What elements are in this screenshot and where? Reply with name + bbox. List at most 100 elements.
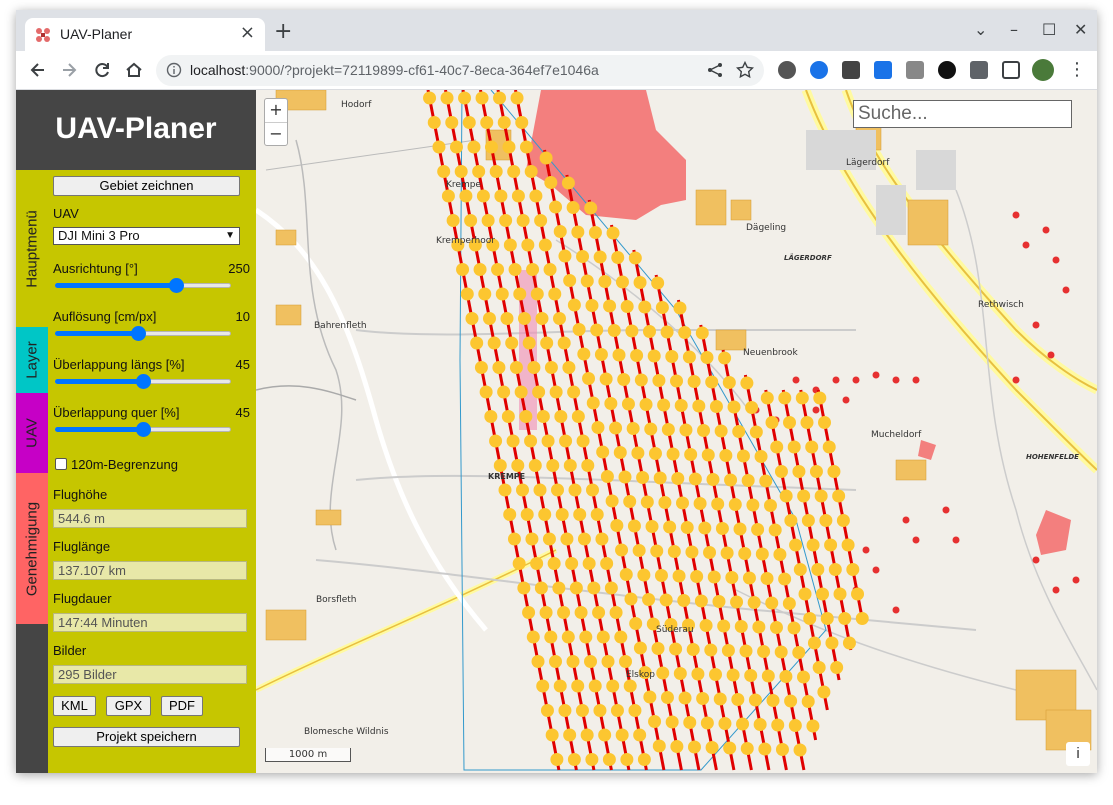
waypoint bbox=[760, 391, 774, 405]
obstacle-marker bbox=[942, 506, 950, 514]
waypoint bbox=[459, 189, 473, 203]
waypoint bbox=[682, 350, 696, 364]
waypoint bbox=[677, 594, 691, 607]
waypoint bbox=[687, 375, 701, 388]
waypoint bbox=[596, 445, 610, 459]
waypoint bbox=[778, 572, 792, 586]
waypoint bbox=[796, 670, 810, 684]
browser-menu-icon[interactable]: ⋮ bbox=[1068, 59, 1086, 80]
new-tab-icon[interactable]: + bbox=[274, 21, 292, 43]
waypoint bbox=[594, 348, 608, 361]
waypoint bbox=[555, 508, 569, 521]
minimize-icon[interactable]: – bbox=[1010, 20, 1018, 39]
resolution-slider[interactable] bbox=[55, 325, 231, 341]
waypoint bbox=[730, 595, 744, 609]
waypoint bbox=[784, 694, 798, 708]
waypoint bbox=[807, 636, 821, 650]
extension-c-icon[interactable] bbox=[810, 61, 828, 79]
uav-select[interactable]: DJI Mini 3 Pro ▼ bbox=[53, 227, 240, 245]
app-title: UAV-Planer bbox=[55, 112, 217, 145]
address-bar[interactable]: localhost:9000/?projekt=72119899-cf61-40… bbox=[156, 55, 764, 86]
waypoint bbox=[540, 704, 554, 717]
search-input[interactable]: Suche... bbox=[853, 100, 1072, 128]
bookmark-star-icon[interactable] bbox=[736, 61, 754, 79]
waypoint bbox=[784, 514, 798, 527]
obstacle-marker bbox=[872, 371, 880, 379]
waypoint bbox=[507, 532, 521, 546]
waypoint bbox=[536, 410, 550, 423]
waypoint bbox=[655, 301, 669, 314]
waypoint bbox=[648, 715, 662, 728]
waypoint bbox=[522, 336, 536, 350]
share-icon[interactable] bbox=[706, 61, 724, 79]
site-info-icon[interactable] bbox=[166, 62, 182, 78]
waypoint bbox=[566, 201, 580, 214]
forward-icon[interactable] bbox=[59, 60, 79, 80]
limit-120m-checkbox[interactable] bbox=[55, 458, 67, 470]
tab-genehmigung[interactable]: Genehmigung bbox=[16, 473, 48, 624]
waypoint bbox=[538, 238, 552, 252]
maximize-icon[interactable]: ☐ bbox=[1042, 20, 1056, 39]
waypoint bbox=[630, 349, 644, 362]
tab-strip: UAV-Planer × + ⌄ – ☐ ✕ bbox=[16, 10, 1097, 51]
zoom-in-button[interactable]: + bbox=[265, 99, 287, 122]
extension-mountain-icon[interactable] bbox=[906, 61, 924, 79]
waypoint bbox=[549, 200, 563, 214]
kml-button[interactable]: KML bbox=[53, 696, 96, 716]
waypoint bbox=[582, 557, 596, 570]
waypoint bbox=[559, 434, 573, 448]
gpx-button[interactable]: GPX bbox=[106, 696, 151, 716]
map-view[interactable]: Hodorf Lägerdorf Dägeling LÄGERDORF Reth… bbox=[256, 90, 1097, 773]
waypoint bbox=[724, 473, 738, 487]
waypoint bbox=[470, 336, 484, 350]
extension-github-icon[interactable] bbox=[938, 61, 956, 79]
waypoint bbox=[458, 91, 472, 105]
tab-layer[interactable]: Layer bbox=[16, 327, 48, 393]
extensions-puzzle-icon[interactable] bbox=[970, 61, 988, 79]
back-icon[interactable] bbox=[28, 60, 48, 80]
overlap-length-slider[interactable] bbox=[55, 373, 231, 389]
extension-glasses-icon[interactable] bbox=[842, 61, 860, 79]
reload-icon[interactable] bbox=[92, 60, 112, 80]
waypoint bbox=[501, 410, 515, 423]
orientation-slider[interactable] bbox=[55, 277, 231, 293]
waypoint bbox=[670, 740, 684, 753]
waypoint bbox=[609, 606, 623, 619]
waypoint bbox=[441, 189, 455, 203]
waypoint bbox=[606, 226, 620, 240]
waypoint bbox=[841, 538, 855, 552]
waypoint bbox=[825, 636, 839, 650]
waypoint bbox=[598, 275, 612, 288]
waypoint bbox=[770, 440, 784, 454]
tab-uav[interactable]: UAV bbox=[16, 393, 48, 473]
waypoint bbox=[512, 557, 526, 570]
waypoint bbox=[585, 299, 599, 312]
waypoint bbox=[582, 372, 596, 385]
close-window-icon[interactable]: ✕ bbox=[1074, 20, 1087, 39]
extension-ublock-icon[interactable] bbox=[778, 61, 796, 79]
overlap-cross-slider[interactable] bbox=[55, 421, 231, 437]
draw-area-button[interactable]: Gebiet zeichnen bbox=[53, 176, 240, 196]
waypoint bbox=[744, 669, 758, 682]
save-project-button[interactable]: Projekt speichern bbox=[53, 727, 240, 747]
waypoint bbox=[489, 434, 503, 448]
side-panel-icon[interactable] bbox=[1002, 61, 1020, 79]
zoom-out-button[interactable]: − bbox=[265, 122, 287, 145]
pdf-button[interactable]: PDF bbox=[161, 696, 203, 716]
waypoint bbox=[656, 666, 670, 680]
tab-search-icon[interactable]: ⌄ bbox=[974, 20, 987, 39]
tab-hauptmenue[interactable]: Hauptmenü bbox=[16, 170, 48, 327]
info-button[interactable]: i bbox=[1066, 742, 1090, 766]
map-canvas bbox=[256, 90, 1097, 771]
profile-avatar[interactable] bbox=[1032, 59, 1054, 81]
waypoint bbox=[524, 434, 538, 448]
waypoint bbox=[678, 326, 692, 339]
waypoint bbox=[516, 214, 530, 227]
waypoint bbox=[774, 465, 788, 478]
tab-close-icon[interactable]: × bbox=[240, 24, 255, 42]
home-icon[interactable] bbox=[124, 60, 144, 80]
browser-tab[interactable]: UAV-Planer × bbox=[25, 18, 265, 51]
waypoint bbox=[700, 351, 714, 364]
waypoint bbox=[707, 570, 721, 584]
extension-download-icon[interactable] bbox=[874, 61, 892, 79]
